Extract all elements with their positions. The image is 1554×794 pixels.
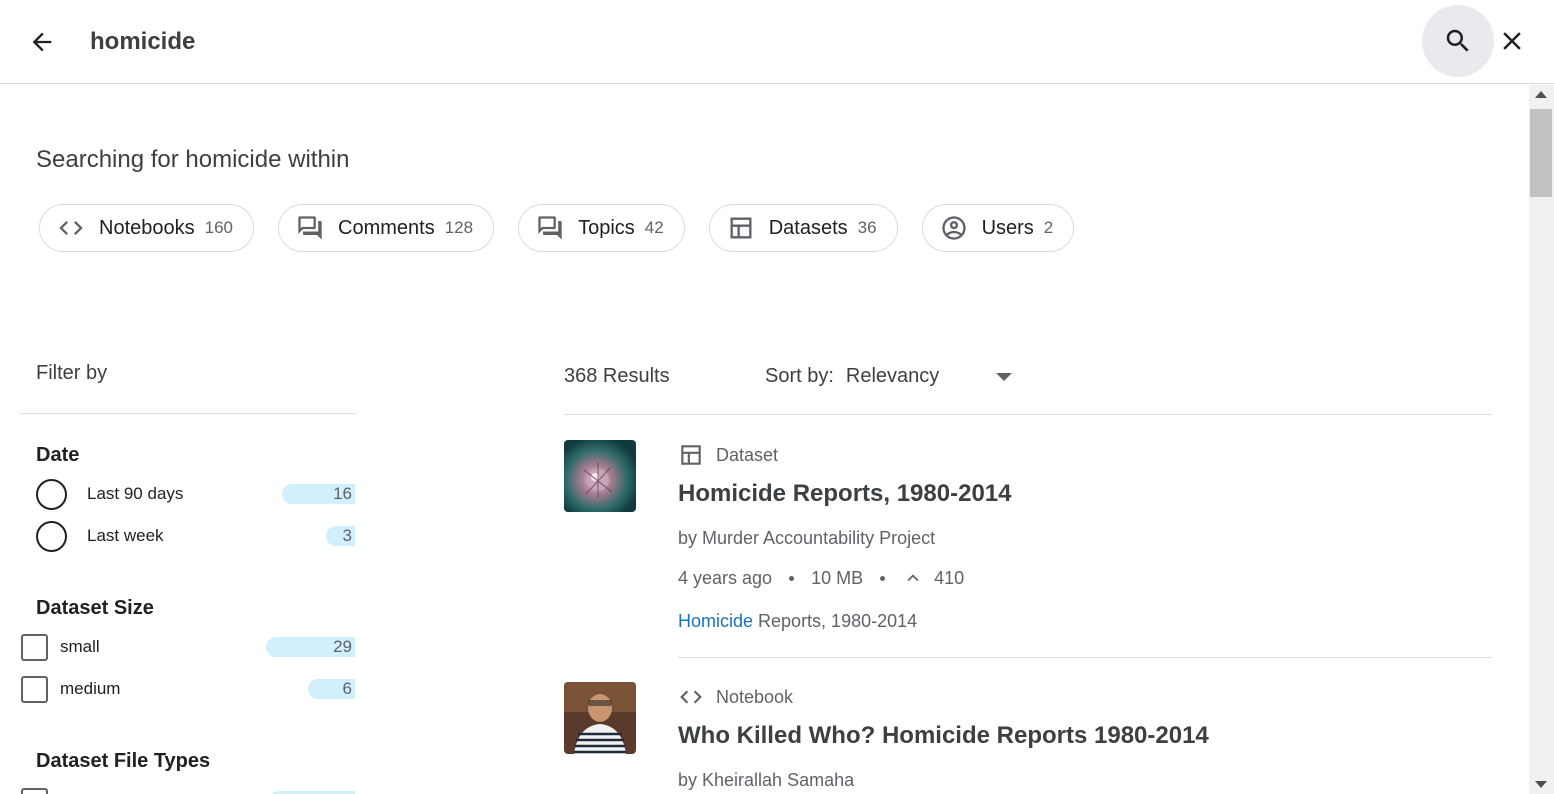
result-divider	[678, 657, 1492, 658]
separator-dot	[789, 575, 795, 581]
code-icon	[57, 214, 85, 242]
result-votes: 410	[934, 567, 965, 588]
search-button[interactable]	[1422, 5, 1494, 77]
result-item: Notebook Who Killed Who? Homicide Report…	[564, 682, 1492, 794]
result-author[interactable]: by Murder Accountability Project	[678, 528, 935, 549]
result-author[interactable]: by Kheirallah Samaha	[678, 770, 854, 791]
dataset-thumbnail[interactable]	[564, 440, 636, 512]
snippet-text: Reports, 1980-2014	[753, 611, 918, 631]
snippet-highlight: Homicide	[678, 611, 754, 631]
filter-size-title: Dataset Size	[36, 597, 154, 619]
radio-button[interactable]	[36, 520, 67, 552]
user-avatar-thumbnail[interactable]	[564, 682, 636, 754]
table-icon	[727, 214, 755, 242]
back-button[interactable]	[22, 22, 62, 62]
result-type: Notebook	[678, 684, 793, 710]
filter-date-title: Date	[36, 444, 80, 466]
chip-label: Topics	[578, 216, 635, 239]
chip-topics[interactable]: Topics 42	[518, 204, 685, 252]
chip-label: Datasets	[768, 216, 848, 239]
filter-divider	[21, 413, 355, 414]
result-age: 4 years ago	[678, 567, 773, 588]
category-chips: Notebooks 160 Comments 128 Topics 42 Dat…	[39, 204, 1075, 252]
separator-dot	[880, 575, 886, 581]
result-title[interactable]: Who Killed Who? Homicide Reports 1980-20…	[678, 722, 1209, 750]
chip-comments[interactable]: Comments 128	[278, 204, 495, 252]
filter-file-type-row[interactable]	[21, 786, 355, 794]
chip-datasets[interactable]: Datasets 36	[708, 204, 898, 252]
chip-count: 36	[857, 218, 877, 237]
search-icon	[1446, 29, 1469, 52]
chip-count: 42	[644, 218, 664, 237]
chip-label: Users	[981, 216, 1034, 239]
filter-date-last-90-days[interactable]: Last 90 days 16	[21, 478, 355, 510]
chip-users[interactable]: Users 2	[921, 204, 1075, 252]
results-divider	[564, 414, 1492, 415]
close-icon	[1503, 32, 1521, 50]
chip-count: 128	[444, 218, 474, 237]
chip-label: Notebooks	[99, 216, 195, 239]
chip-notebooks[interactable]: Notebooks 160	[39, 204, 254, 252]
filter-size-small[interactable]: small 29	[21, 632, 355, 662]
filter-option-label: small	[60, 637, 100, 656]
filter-option-label: Last 90 days	[87, 484, 184, 503]
sort-label: Sort by:	[765, 365, 834, 387]
filter-option-count: 3	[326, 526, 355, 546]
result-snippet: Homicide Reports, 1980-2014	[678, 611, 917, 632]
checkbox[interactable]	[21, 787, 48, 794]
result-item: Dataset Homicide Reports, 1980-2014 by M…	[564, 440, 1492, 660]
search-header	[0, 0, 1554, 84]
radio-button[interactable]	[36, 478, 67, 510]
filter-file-types-title: Dataset File Types	[36, 750, 211, 772]
scroll-thumb[interactable]	[1530, 109, 1552, 197]
result-title[interactable]: Homicide Reports, 1980-2014	[678, 480, 1011, 508]
filter-option-count: 29	[266, 637, 355, 657]
sort-value: Relevancy	[845, 365, 940, 387]
results-count: 368 Results	[564, 365, 670, 387]
searching-heading: Searching for homicide within	[36, 146, 350, 173]
filter-option-count: 16	[282, 484, 355, 504]
result-type: Dataset	[678, 442, 778, 468]
caret-down-icon	[995, 372, 1012, 381]
page-scrollbar[interactable]	[1529, 85, 1554, 794]
scroll-up-arrow-icon[interactable]	[1535, 91, 1547, 98]
filter-option-label: medium	[60, 679, 121, 698]
filter-title: Filter by	[36, 362, 108, 384]
result-size: 10 MB	[811, 567, 864, 588]
arrow-left-icon	[32, 32, 52, 52]
sort-dropdown[interactable]: Sort by: Relevancy	[765, 365, 1012, 388]
table-icon	[681, 445, 701, 465]
chip-count: 160	[204, 218, 233, 237]
checkbox[interactable]	[21, 675, 48, 703]
result-type-label: Dataset	[716, 444, 779, 465]
topics-icon	[536, 214, 564, 242]
result-type-label: Notebook	[716, 686, 794, 707]
filter-date-last-week[interactable]: Last week 3	[21, 520, 355, 552]
search-input[interactable]	[90, 26, 1290, 58]
filter-option-label: Last week	[87, 526, 164, 545]
chip-count: 2	[1043, 218, 1054, 237]
chip-label: Comments	[338, 216, 435, 239]
scroll-down-arrow-icon[interactable]	[1535, 781, 1547, 788]
code-icon	[680, 690, 702, 704]
checkbox[interactable]	[21, 633, 48, 661]
filter-size-medium[interactable]: medium 6	[21, 674, 355, 704]
comments-icon	[296, 214, 324, 242]
clear-search-button[interactable]	[1494, 22, 1530, 60]
user-circle-icon	[940, 214, 968, 242]
filter-option-count: 6	[308, 679, 355, 699]
result-meta: 4 years ago 10 MB 410	[678, 567, 964, 589]
upvote-chevron-icon[interactable]	[902, 567, 924, 589]
